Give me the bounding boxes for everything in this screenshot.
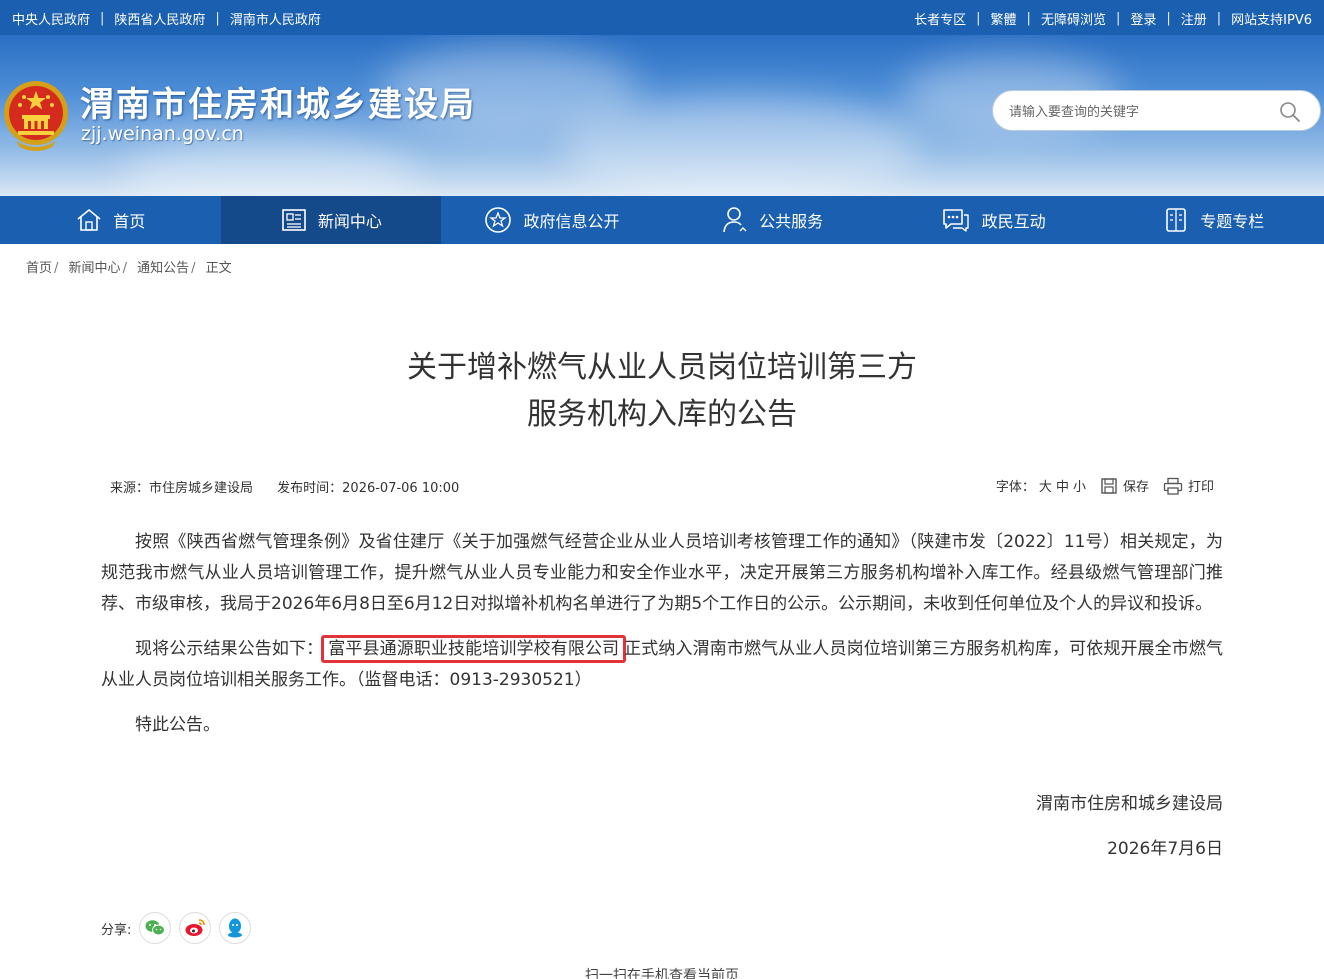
save-button[interactable]: 保存	[1100, 476, 1149, 495]
share-weibo-button[interactable]	[179, 912, 212, 944]
search-icon[interactable]	[1278, 100, 1302, 124]
link-elder-zone[interactable]: 长者专区	[914, 9, 966, 28]
breadcrumb-separator: /	[54, 261, 59, 276]
nav-item-home[interactable]: 首页	[0, 196, 221, 244]
link-ipv6[interactable]: 网站支持IPV6	[1231, 9, 1312, 28]
mobile-qr-hint: 扫一扫在手机查看当前页	[585, 968, 739, 979]
separator: |	[976, 11, 981, 26]
font-size-large[interactable]: 大	[1039, 480, 1052, 495]
print-button[interactable]: 打印	[1163, 476, 1214, 495]
qq-icon	[228, 918, 243, 938]
nav-item-label: 政府信息公开	[523, 212, 620, 231]
top-bar-right-links: 长者专区 | 繁體 | 无障碍浏览 | 登录 | 注册 | 网站支持IPV6	[914, 9, 1312, 28]
chat-icon	[942, 209, 969, 232]
top-bar-left-links: 中央人民政府 | 陕西省人民政府 | 渭南市人民政府	[12, 9, 321, 28]
printer-icon	[1163, 477, 1183, 495]
separator: |	[1115, 11, 1121, 26]
breadcrumb-news[interactable]: 新闻中心	[69, 261, 121, 276]
article-paragraph: 按照《陕西省燃气管理条例》及省住建厅《关于加强燃气经营企业从业人员培训考核管理工…	[101, 532, 1223, 614]
wechat-icon	[145, 920, 166, 936]
nav-item-label: 公共服务	[759, 212, 824, 231]
topic-icon	[1166, 208, 1187, 232]
link-weinan-gov[interactable]: 渭南市人民政府	[230, 9, 321, 28]
font-size-label: 字体：	[995, 480, 1035, 495]
separator: |	[1216, 11, 1222, 26]
nav-item-news[interactable]: 新闻中心	[220, 196, 442, 244]
paragraph-text: 现将公示结果公告如下：	[135, 639, 324, 659]
nav-item-label: 专题专栏	[1200, 212, 1265, 231]
header-banner: 渭南市住房和城乡建设局 zjj.weinan.gov.cn	[0, 35, 1324, 196]
save-label: 保存	[1122, 480, 1149, 495]
nav-item-public-service[interactable]: 公共服务	[662, 196, 883, 244]
breadcrumb-separator: /	[191, 261, 196, 276]
site-title[interactable]: 渭南市住房和城乡建设局	[80, 77, 476, 126]
cloud-decoration	[560, 95, 920, 196]
article-title: 关于增补燃气从业人员岗位培训第三方 服务机构入库的公告	[0, 344, 1324, 438]
main-nav: 首页 新闻中心 政府信息公开 公共服务 政民互动 专题专栏	[0, 196, 1324, 244]
breadcrumb-notices[interactable]: 通知公告	[137, 261, 189, 276]
search-input[interactable]	[1009, 100, 1269, 122]
separator: |	[1026, 11, 1031, 26]
article-meta: 来源：市住房城乡建设局 发布时间：2026-07-06 10:00	[110, 477, 459, 496]
top-bar: 中央人民政府 | 陕西省人民政府 | 渭南市人民政府 长者专区 | 繁體 | 无…	[0, 0, 1324, 35]
newspaper-icon	[282, 209, 306, 231]
link-accessibility[interactable]: 无障碍浏览	[1041, 9, 1106, 28]
info-disclosure-icon	[485, 207, 512, 233]
article-tools: 字体： 大中小 保存 打印	[996, 476, 1214, 495]
highlighted-organization: 富平县通源职业技能培训学校有限公司	[321, 635, 627, 663]
link-register[interactable]: 注册	[1181, 9, 1207, 28]
site-domain: zjj.weinan.gov.cn	[81, 123, 244, 145]
article-title-line: 服务机构入库的公告	[527, 397, 797, 432]
breadcrumb: 首页 / 新闻中心 / 通知公告 / 正文	[26, 257, 232, 276]
search-box	[992, 90, 1321, 131]
link-login[interactable]: 登录	[1130, 9, 1156, 28]
separator: |	[100, 11, 105, 26]
nav-item-label: 政民互动	[981, 212, 1046, 231]
separator: |	[215, 11, 220, 26]
article-date: 2026年7月6日	[1107, 839, 1223, 859]
nav-item-topics[interactable]: 专题专栏	[1103, 196, 1324, 244]
share-wechat-button[interactable]	[139, 912, 172, 944]
article-signature: 渭南市住房和城乡建设局	[1036, 794, 1223, 814]
link-central-gov[interactable]: 中央人民政府	[12, 9, 90, 28]
nav-item-label: 新闻中心	[317, 212, 382, 231]
article-paragraph: 特此公告。	[135, 715, 220, 735]
link-traditional-chinese[interactable]: 繁體	[991, 9, 1017, 28]
share-qq-button[interactable]	[219, 912, 252, 944]
home-icon	[77, 208, 101, 231]
nav-item-info-disclosure[interactable]: 政府信息公开	[441, 196, 662, 244]
font-size-control: 字体： 大中小	[996, 476, 1086, 495]
article-body: 按照《陕西省燃气管理条例》及省住建厅《关于加强燃气经营企业从业人员培训考核管理工…	[101, 527, 1223, 741]
article-title-line: 关于增补燃气从业人员岗位培训第三方	[407, 350, 917, 385]
user-service-icon	[723, 207, 747, 233]
article-source: 来源：市住房城乡建设局	[110, 481, 254, 496]
breadcrumb-home[interactable]: 首页	[26, 261, 52, 276]
nav-item-label: 首页	[113, 212, 146, 231]
breadcrumb-separator: /	[122, 261, 127, 276]
weibo-icon	[185, 919, 206, 936]
national-emblem-icon	[4, 81, 68, 151]
article-publish-time: 发布时间：2026-07-06 10:00	[277, 481, 460, 496]
article-paragraph: 现将公示结果公告如下： 富平县通源职业技能培训学校有限公司 正式纳入渭南市燃气从业人…	[101, 634, 1223, 696]
font-size-medium[interactable]: 中	[1056, 480, 1069, 495]
breadcrumb-current: 正文	[205, 261, 232, 276]
share-label: 分享:	[101, 922, 132, 938]
font-size-small[interactable]: 小	[1073, 480, 1086, 495]
print-label: 打印	[1187, 480, 1214, 495]
nav-item-interaction[interactable]: 政民互动	[882, 196, 1103, 244]
link-shaanxi-gov[interactable]: 陕西省人民政府	[114, 9, 205, 28]
separator: |	[1166, 11, 1171, 26]
save-icon	[1101, 477, 1117, 494]
share-bar: 分享:	[101, 912, 252, 944]
